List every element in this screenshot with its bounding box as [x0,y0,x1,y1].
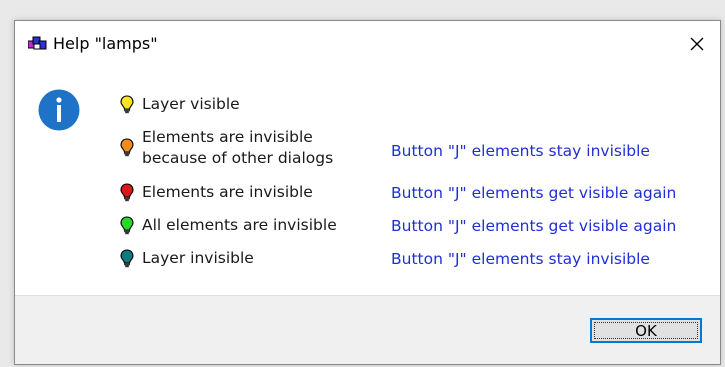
red-lamp-icon [120,182,134,201]
green-lamp-icon [120,215,134,234]
dialog-footer: OK [15,295,720,364]
lamp-row-invisible-other-dialogs: Elements are invisible because of other … [120,127,333,169]
title-bar[interactable]: Help "lamps" [15,21,720,68]
action-text: Button "J" elements stay invisible [391,250,650,268]
lamp-label: All elements are invisible [142,216,337,234]
lamp-row-layer-invisible: Layer invisible [120,248,254,269]
ok-button[interactable]: OK [590,318,702,343]
help-dialog: Help "lamps" Layer visible Elements are [14,20,721,365]
lamp-label: Layer invisible [142,249,254,267]
lamp-label: Elements are invisible [142,128,313,146]
teal-lamp-icon [120,248,134,267]
focus-rectangle [594,322,698,339]
action-text: Button "J" elements get visible again [391,184,677,202]
orange-lamp-icon [120,138,134,157]
lamp-row-elements-invisible: Elements are invisible [120,182,313,203]
close-button[interactable] [674,21,720,67]
close-icon [690,37,704,51]
lamp-label: Elements are invisible [142,183,313,201]
action-text: Button "J" elements get visible again [391,217,677,235]
yellow-lamp-icon [120,94,134,113]
dialog-app-icon [28,36,47,50]
info-icon [38,89,80,131]
lamp-row-all-invisible: All elements are invisible [120,215,337,236]
lamp-label: Layer visible [142,95,240,113]
window-title: Help "lamps" [53,34,158,53]
lamp-row-layer-visible: Layer visible [120,94,240,115]
lamp-label-line2: because of other dialogs [142,149,334,167]
action-text: Button "J" elements stay invisible [391,142,650,160]
